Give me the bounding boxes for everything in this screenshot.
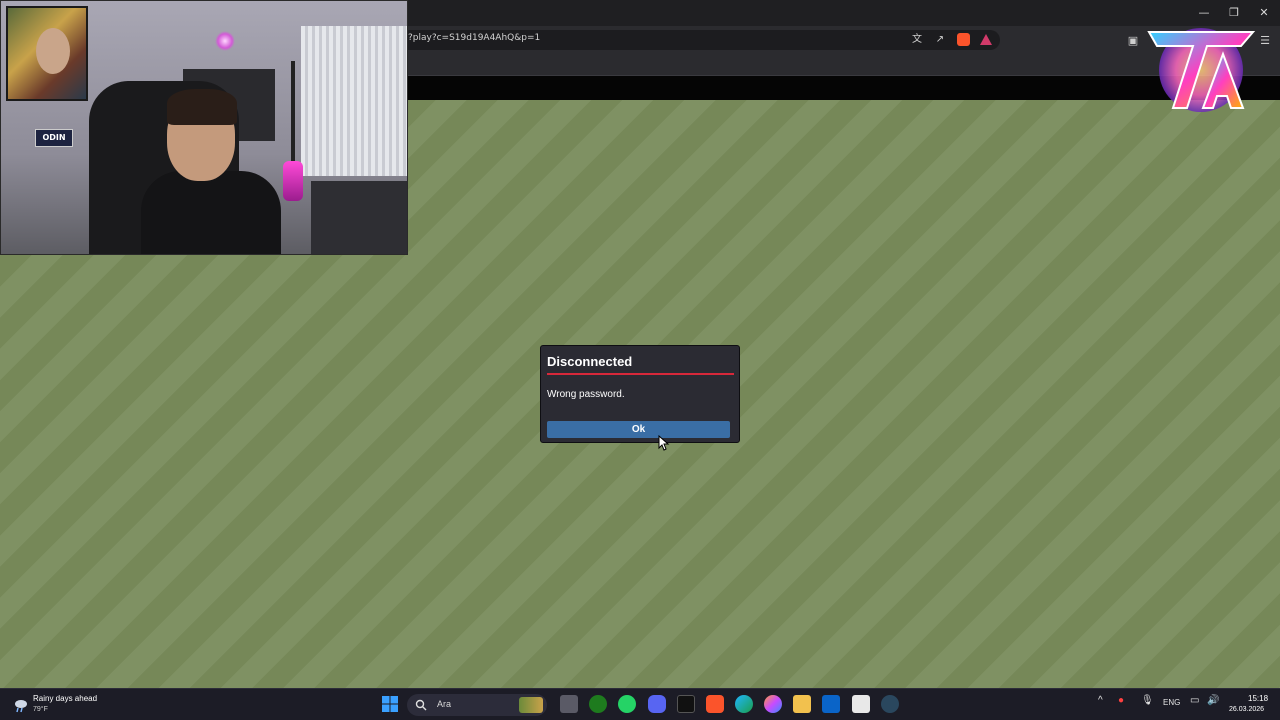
game-icon xyxy=(519,697,543,713)
edge-icon[interactable] xyxy=(735,695,753,713)
chevron-up-icon[interactable]: ^ xyxy=(1098,695,1103,706)
dialog-message: Wrong password. xyxy=(547,389,625,400)
microphone-icon[interactable]: 🎙 xyxy=(1141,695,1154,706)
folder-icon[interactable] xyxy=(793,695,811,713)
outlook-icon[interactable] xyxy=(822,695,840,713)
tray-app-icon[interactable]: ● xyxy=(1118,695,1124,706)
clock-date[interactable]: 26.03.2026 xyxy=(1229,706,1264,713)
address-bar[interactable]: ?play?c=S19d19A4AhQ&p=1 文 ↗ xyxy=(400,30,1000,50)
translate-icon[interactable]: 文 xyxy=(910,33,924,47)
menu-icon[interactable]: ☰ xyxy=(1258,34,1272,48)
microphone xyxy=(283,161,303,201)
search-placeholder: Ara xyxy=(437,699,452,709)
dialog-title: Disconnected xyxy=(547,354,633,369)
title-underline xyxy=(547,373,734,375)
volume-icon[interactable]: 🔊 xyxy=(1207,695,1219,706)
steam-icon[interactable] xyxy=(881,695,899,713)
taskbar: Rainy days ahead 79°F Ara ^ ● 🎙 ENG ▭ 🔊 … xyxy=(0,688,1280,720)
windows-start-icon[interactable] xyxy=(381,695,399,713)
sidebar-icon[interactable]: ▣ xyxy=(1126,34,1140,48)
url-text: ?play?c=S19d19A4AhQ&p=1 xyxy=(408,33,541,43)
mouse-cursor-icon xyxy=(658,435,670,451)
copilot-icon[interactable] xyxy=(764,695,782,713)
weather-title[interactable]: Rainy days ahead xyxy=(33,694,97,703)
taskbar-search[interactable]: Ara xyxy=(407,694,547,716)
file-explorer-icon[interactable] xyxy=(560,695,578,713)
whatsapp-icon[interactable] xyxy=(618,695,636,713)
terminal-icon[interactable] xyxy=(677,695,695,713)
rain-cloud-icon[interactable] xyxy=(13,697,29,713)
disconnected-dialog: Disconnected Wrong password. Ok xyxy=(540,345,740,443)
neon-light xyxy=(215,31,235,51)
network-icon[interactable]: ▭ xyxy=(1190,695,1199,706)
language-indicator[interactable]: ENG xyxy=(1163,698,1180,707)
brave-icon[interactable] xyxy=(706,695,724,713)
share-icon[interactable]: ↗ xyxy=(933,33,947,47)
channel-logo xyxy=(1147,28,1256,112)
store-icon[interactable] xyxy=(852,695,870,713)
desk xyxy=(311,181,407,254)
xbox-icon[interactable] xyxy=(589,695,607,713)
search-icon xyxy=(415,699,427,711)
webcam-overlay: ODIN xyxy=(0,0,408,255)
streamer-hair xyxy=(167,89,237,125)
mic-arm xyxy=(291,61,295,171)
brave-shields-icon[interactable] xyxy=(957,33,970,46)
discord-icon[interactable] xyxy=(648,695,666,713)
wall-painting xyxy=(6,6,88,101)
ok-button[interactable]: Ok xyxy=(547,421,730,438)
weather-temp[interactable]: 79°F xyxy=(33,706,48,713)
window-blinds xyxy=(301,26,407,176)
streamer-body xyxy=(141,171,281,254)
clock-time[interactable]: 15:18 xyxy=(1248,694,1268,703)
wall-sign: ODIN xyxy=(35,129,73,147)
brave-rewards-icon[interactable] xyxy=(980,34,992,45)
